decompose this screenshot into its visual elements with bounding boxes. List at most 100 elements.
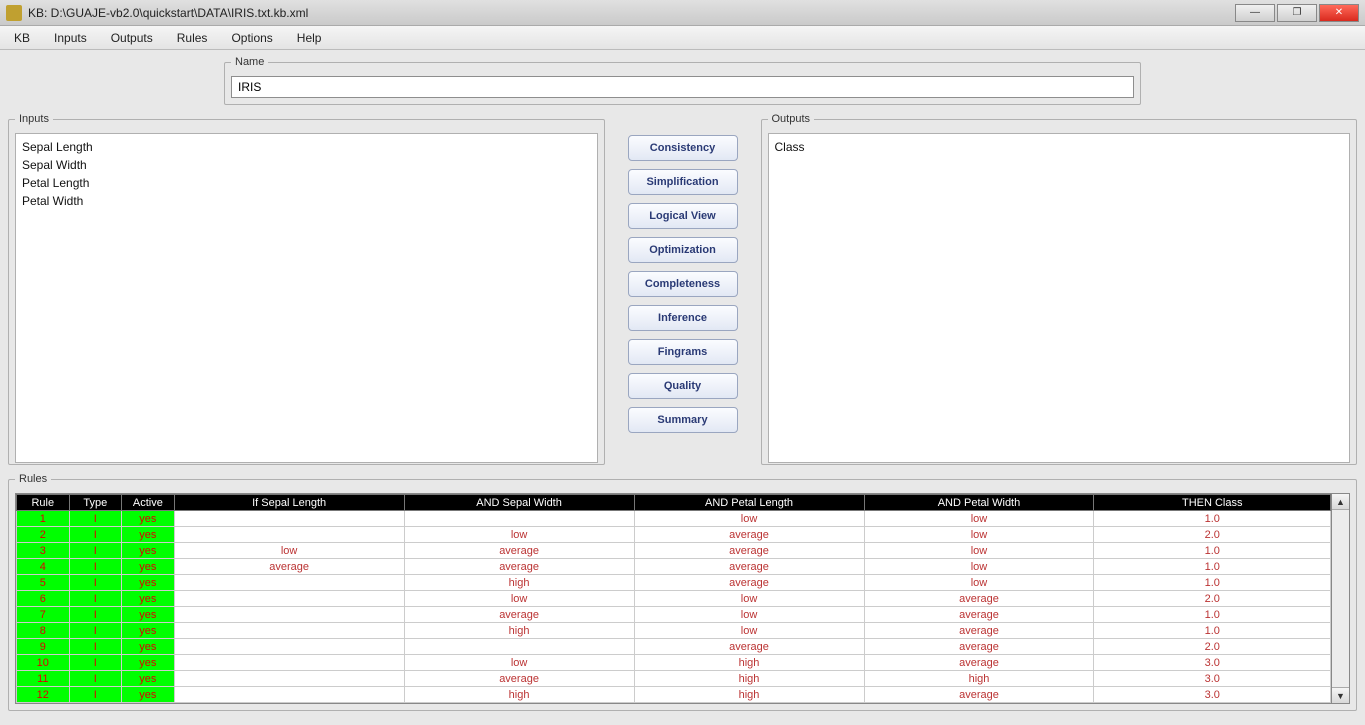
table-cell[interactable]	[174, 623, 404, 639]
table-cell[interactable]: low	[404, 527, 634, 543]
table-cell[interactable]: low	[864, 575, 1094, 591]
table-cell[interactable]: high	[404, 687, 634, 703]
column-header[interactable]: THEN Class	[1094, 495, 1331, 511]
table-cell[interactable]: 2	[17, 527, 70, 543]
table-cell[interactable]: 9	[17, 639, 70, 655]
table-cell[interactable]: 2.0	[1094, 527, 1331, 543]
fingrams-button[interactable]: Fingrams	[628, 339, 738, 365]
table-cell[interactable]: 5	[17, 575, 70, 591]
scroll-up-icon[interactable]: ▲	[1332, 494, 1349, 510]
table-cell[interactable]: low	[634, 591, 864, 607]
logical-view-button[interactable]: Logical View	[628, 203, 738, 229]
column-header[interactable]: Type	[69, 495, 122, 511]
table-cell[interactable]: 1.0	[1094, 511, 1331, 527]
table-cell[interactable]: 11	[17, 671, 70, 687]
table-cell[interactable]: average	[634, 575, 864, 591]
table-cell[interactable]: high	[634, 687, 864, 703]
table-cell[interactable]: 1.0	[1094, 575, 1331, 591]
table-cell[interactable]: 10	[17, 655, 70, 671]
table-cell[interactable]: high	[864, 671, 1094, 687]
table-row[interactable]: 3Iyeslowaverageaveragelow1.0	[17, 543, 1331, 559]
table-cell[interactable]: I	[69, 639, 122, 655]
quality-button[interactable]: Quality	[628, 373, 738, 399]
table-cell[interactable]: 1.0	[1094, 543, 1331, 559]
optimization-button[interactable]: Optimization	[628, 237, 738, 263]
table-cell[interactable]: low	[864, 527, 1094, 543]
table-row[interactable]: 1Iyeslowlow1.0	[17, 511, 1331, 527]
table-cell[interactable]: I	[69, 559, 122, 575]
table-cell[interactable]: I	[69, 655, 122, 671]
list-item[interactable]: Sepal Length	[22, 138, 591, 156]
table-cell[interactable]	[174, 687, 404, 703]
table-cell[interactable]: average	[864, 639, 1094, 655]
table-row[interactable]: 9Iyesaverageaverage2.0	[17, 639, 1331, 655]
table-cell[interactable]: I	[69, 623, 122, 639]
column-header[interactable]: AND Sepal Width	[404, 495, 634, 511]
table-cell[interactable]: 12	[17, 687, 70, 703]
list-item[interactable]: Class	[775, 138, 1344, 156]
table-cell[interactable]: I	[69, 687, 122, 703]
table-cell[interactable]: yes	[122, 543, 175, 559]
column-header[interactable]: AND Petal Width	[864, 495, 1094, 511]
table-row[interactable]: 11Iyesaveragehighhigh3.0	[17, 671, 1331, 687]
table-cell[interactable]: yes	[122, 607, 175, 623]
minimize-button[interactable]: —	[1235, 4, 1275, 22]
table-cell[interactable]: yes	[122, 511, 175, 527]
table-cell[interactable]: average	[634, 559, 864, 575]
table-cell[interactable]	[174, 655, 404, 671]
menu-options[interactable]: Options	[223, 29, 280, 47]
scroll-down-icon[interactable]: ▼	[1332, 687, 1349, 703]
table-cell[interactable]	[174, 575, 404, 591]
table-cell[interactable]: average	[864, 687, 1094, 703]
menu-kb[interactable]: KB	[6, 29, 38, 47]
simplification-button[interactable]: Simplification	[628, 169, 738, 195]
table-cell[interactable]: yes	[122, 671, 175, 687]
table-cell[interactable]: yes	[122, 687, 175, 703]
table-cell[interactable]	[174, 511, 404, 527]
close-button[interactable]: ✕	[1319, 4, 1359, 22]
table-row[interactable]: 6Iyeslowlowaverage2.0	[17, 591, 1331, 607]
menu-inputs[interactable]: Inputs	[46, 29, 95, 47]
maximize-button[interactable]: ❐	[1277, 4, 1317, 22]
table-cell[interactable]: 1.0	[1094, 607, 1331, 623]
table-cell[interactable]: 7	[17, 607, 70, 623]
table-cell[interactable]: yes	[122, 559, 175, 575]
completeness-button[interactable]: Completeness	[628, 271, 738, 297]
table-cell[interactable]: 1	[17, 511, 70, 527]
table-cell[interactable]: low	[634, 511, 864, 527]
table-cell[interactable]: average	[864, 655, 1094, 671]
outputs-list[interactable]: Class	[768, 133, 1351, 463]
menu-rules[interactable]: Rules	[169, 29, 216, 47]
table-cell[interactable]: 1.0	[1094, 623, 1331, 639]
table-cell[interactable]: average	[404, 543, 634, 559]
table-row[interactable]: 12Iyeshighhighaverage3.0	[17, 687, 1331, 703]
table-cell[interactable]: average	[864, 623, 1094, 639]
column-header[interactable]: If Sepal Length	[174, 495, 404, 511]
table-cell[interactable]: low	[634, 623, 864, 639]
table-cell[interactable]: yes	[122, 639, 175, 655]
table-cell[interactable]: I	[69, 527, 122, 543]
table-cell[interactable]: low	[864, 543, 1094, 559]
table-cell[interactable]	[174, 607, 404, 623]
table-row[interactable]: 8Iyeshighlowaverage1.0	[17, 623, 1331, 639]
table-row[interactable]: 5Iyeshighaveragelow1.0	[17, 575, 1331, 591]
table-cell[interactable]: 3.0	[1094, 671, 1331, 687]
column-header[interactable]: Rule	[17, 495, 70, 511]
table-cell[interactable]: yes	[122, 655, 175, 671]
table-cell[interactable]: high	[634, 671, 864, 687]
list-item[interactable]: Petal Length	[22, 174, 591, 192]
table-row[interactable]: 4Iyesaverageaverageaveragelow1.0	[17, 559, 1331, 575]
table-cell[interactable]: I	[69, 671, 122, 687]
table-cell[interactable]: low	[864, 559, 1094, 575]
table-cell[interactable]: 4	[17, 559, 70, 575]
inference-button[interactable]: Inference	[628, 305, 738, 331]
table-cell[interactable]	[174, 671, 404, 687]
table-cell[interactable]: average	[864, 591, 1094, 607]
table-cell[interactable]: high	[634, 655, 864, 671]
inputs-list[interactable]: Sepal Length Sepal Width Petal Length Pe…	[15, 133, 598, 463]
table-cell[interactable]: I	[69, 575, 122, 591]
table-row[interactable]: 2Iyeslowaveragelow2.0	[17, 527, 1331, 543]
table-cell[interactable]: 3.0	[1094, 655, 1331, 671]
table-cell[interactable]: average	[404, 671, 634, 687]
table-cell[interactable]: 6	[17, 591, 70, 607]
